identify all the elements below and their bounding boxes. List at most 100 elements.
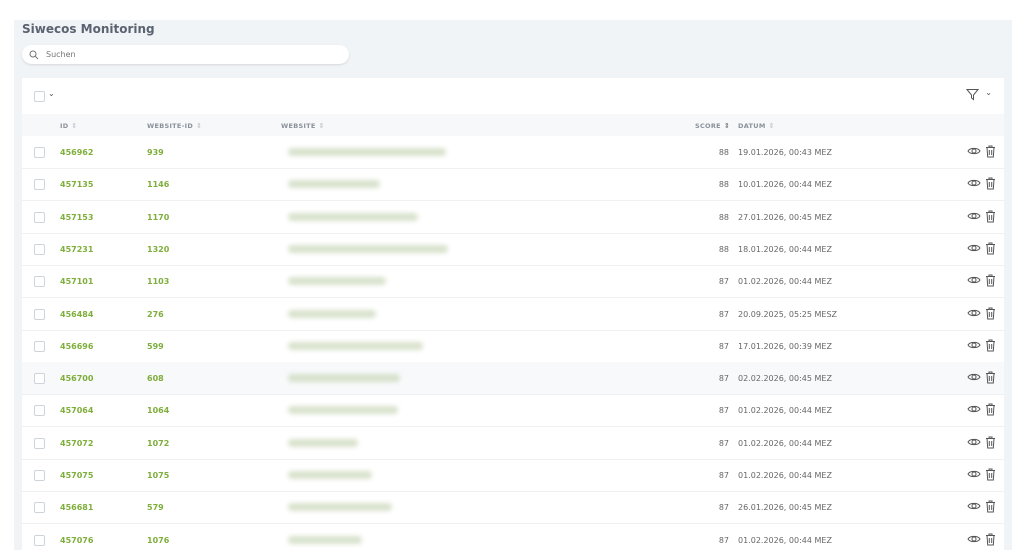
trash-icon[interactable]: [985, 403, 996, 416]
row-checkbox[interactable]: [34, 534, 45, 546]
select-all-checkbox[interactable]: [34, 91, 45, 102]
table-row[interactable]: 457153 1170 88 27.01.2026, 00:45 MEZ: [22, 201, 1004, 234]
row-checkbox[interactable]: [34, 502, 45, 514]
eye-icon[interactable]: [967, 403, 981, 415]
eye-icon[interactable]: [967, 500, 981, 512]
row-id-link[interactable]: 457231: [60, 245, 93, 254]
eye-icon[interactable]: [967, 274, 981, 286]
eye-icon[interactable]: [967, 145, 981, 157]
trash-icon[interactable]: [985, 468, 996, 481]
website-url-blurred: [288, 438, 358, 447]
row-checkbox[interactable]: [34, 470, 45, 481]
eye-icon[interactable]: [967, 210, 981, 222]
row-checkbox[interactable]: [34, 373, 45, 385]
eye-icon[interactable]: [967, 371, 981, 383]
table-row[interactable]: 456681 579 87 26.01.2026, 00:45 MEZ: [22, 491, 1004, 525]
row-id-link[interactable]: 457072: [60, 439, 93, 448]
row-date: 18.01.2026, 00:44 MEZ: [738, 244, 832, 254]
row-date: 19.01.2026, 00:43 MEZ: [738, 148, 832, 157]
row-id-link[interactable]: 456962: [60, 148, 93, 157]
row-checkbox[interactable]: [34, 179, 45, 191]
row-checkbox[interactable]: [34, 308, 45, 320]
row-id-link[interactable]: 457064: [60, 406, 93, 415]
table-row[interactable]: 457075 1075 87 01.02.2026, 00:44 MEZ: [22, 459, 1004, 492]
trash-icon[interactable]: [985, 177, 996, 190]
row-date: 01.02.2026, 00:44 MEZ: [738, 471, 832, 480]
eye-icon[interactable]: [967, 307, 981, 319]
row-id-link[interactable]: 456484: [60, 310, 93, 319]
eye-icon[interactable]: [967, 533, 981, 545]
row-id-link[interactable]: 457076: [60, 536, 93, 545]
eye-icon[interactable]: [967, 468, 981, 480]
row-id-link[interactable]: 456700: [60, 374, 93, 383]
table-row[interactable]: 457076 1076 87 01.02.2026, 00:44 MEZ: [22, 524, 1004, 550]
eye-icon[interactable]: [967, 177, 981, 189]
row-checkbox[interactable]: [34, 340, 45, 352]
row-id-link[interactable]: 457153: [60, 213, 93, 222]
trash-icon[interactable]: [985, 436, 996, 449]
table-row[interactable]: 457064 1064 87 01.02.2026, 00:44 MEZ: [22, 394, 1004, 428]
table-row[interactable]: 456700 608 87 02.02.2026, 00:45 MEZ: [22, 362, 1004, 396]
trash-icon[interactable]: [985, 145, 996, 158]
column-header-website-id[interactable]: WEBSITE-ID ⇕: [147, 122, 202, 130]
column-header-id[interactable]: ID ⇕: [60, 122, 78, 130]
row-score: 87: [718, 503, 729, 513]
row-website-id-link[interactable]: 1320: [147, 245, 169, 254]
table-row[interactable]: 456484 276 87 20.09.2025, 05:25 MESZ: [22, 298, 1004, 331]
table-toolbar: ⌄ ⌄: [22, 78, 1004, 114]
row-website-id-link[interactable]: 1075: [147, 471, 169, 480]
column-header-score[interactable]: SCORE ⇕: [695, 122, 730, 130]
row-checkbox[interactable]: [34, 437, 45, 449]
trash-icon[interactable]: [985, 371, 996, 384]
table-row[interactable]: 457072 1072 87 01.02.2026, 00:44 MEZ: [22, 427, 1004, 460]
row-checkbox[interactable]: [34, 243, 45, 255]
trash-icon[interactable]: [985, 307, 996, 320]
row-checkbox[interactable]: [34, 276, 45, 288]
eye-icon[interactable]: [967, 242, 981, 254]
row-website-id-link[interactable]: 1064: [147, 406, 169, 415]
row-date: 27.01.2026, 00:45 MEZ: [738, 212, 832, 222]
table-row[interactable]: 457101 1103 87 01.02.2026, 00:44 MEZ: [22, 265, 1004, 299]
trash-icon[interactable]: [985, 339, 996, 352]
row-website-id-link[interactable]: 276: [147, 310, 164, 319]
row-website-id-link[interactable]: 1103: [147, 277, 169, 286]
filter-button[interactable]: ⌄: [966, 88, 992, 101]
table-row[interactable]: 457135 1146 88 10.01.2026, 00:44 MEZ: [22, 168, 1004, 202]
search-input[interactable]: [44, 49, 318, 60]
row-website-id-link[interactable]: 599: [147, 342, 164, 351]
row-checkbox[interactable]: [34, 405, 45, 417]
table-row[interactable]: 456962 939 88 19.01.2026, 00:43 MEZ: [22, 136, 1004, 169]
row-id-link[interactable]: 457075: [60, 471, 93, 480]
trash-icon[interactable]: [985, 274, 996, 287]
column-header-website[interactable]: WEBSITE ⇕: [281, 122, 325, 130]
row-date: 01.02.2026, 00:44 MEZ: [738, 277, 832, 287]
row-score: 87: [718, 277, 729, 287]
row-checkbox[interactable]: [34, 147, 45, 158]
row-website-id-link[interactable]: 579: [147, 503, 164, 512]
search-bar[interactable]: [22, 45, 349, 64]
row-id-link[interactable]: 457101: [60, 277, 93, 286]
row-website-id-link[interactable]: 939: [147, 148, 164, 157]
eye-icon[interactable]: [967, 436, 981, 448]
row-id-link[interactable]: 456681: [60, 503, 93, 512]
trash-icon[interactable]: [985, 242, 996, 255]
row-website-id-link[interactable]: 1146: [147, 180, 169, 189]
trash-icon[interactable]: [985, 500, 996, 513]
row-id-link[interactable]: 456696: [60, 342, 93, 351]
row-date: 01.02.2026, 00:44 MEZ: [738, 535, 832, 545]
row-website-id-link[interactable]: 1076: [147, 536, 169, 545]
eye-icon[interactable]: [967, 339, 981, 351]
row-website-id-link[interactable]: 608: [147, 374, 164, 383]
row-id-link[interactable]: 457135: [60, 180, 93, 189]
table-row[interactable]: 457231 1320 88 18.01.2026, 00:44 MEZ: [22, 233, 1004, 266]
page-title: Siwecos Monitoring: [22, 22, 155, 36]
select-menu-chevron-icon[interactable]: ⌄: [48, 89, 55, 98]
trash-icon[interactable]: [985, 533, 996, 546]
row-website-id-link[interactable]: 1170: [147, 213, 169, 222]
column-header-datum[interactable]: DATUM ⇕: [738, 122, 775, 130]
row-website-id-link[interactable]: 1072: [147, 439, 169, 448]
row-checkbox[interactable]: [34, 211, 45, 223]
table-row[interactable]: 456696 599 87 17.01.2026, 00:39 MEZ: [22, 330, 1004, 363]
trash-icon[interactable]: [985, 210, 996, 223]
sort-icon: ⇕: [196, 122, 203, 130]
